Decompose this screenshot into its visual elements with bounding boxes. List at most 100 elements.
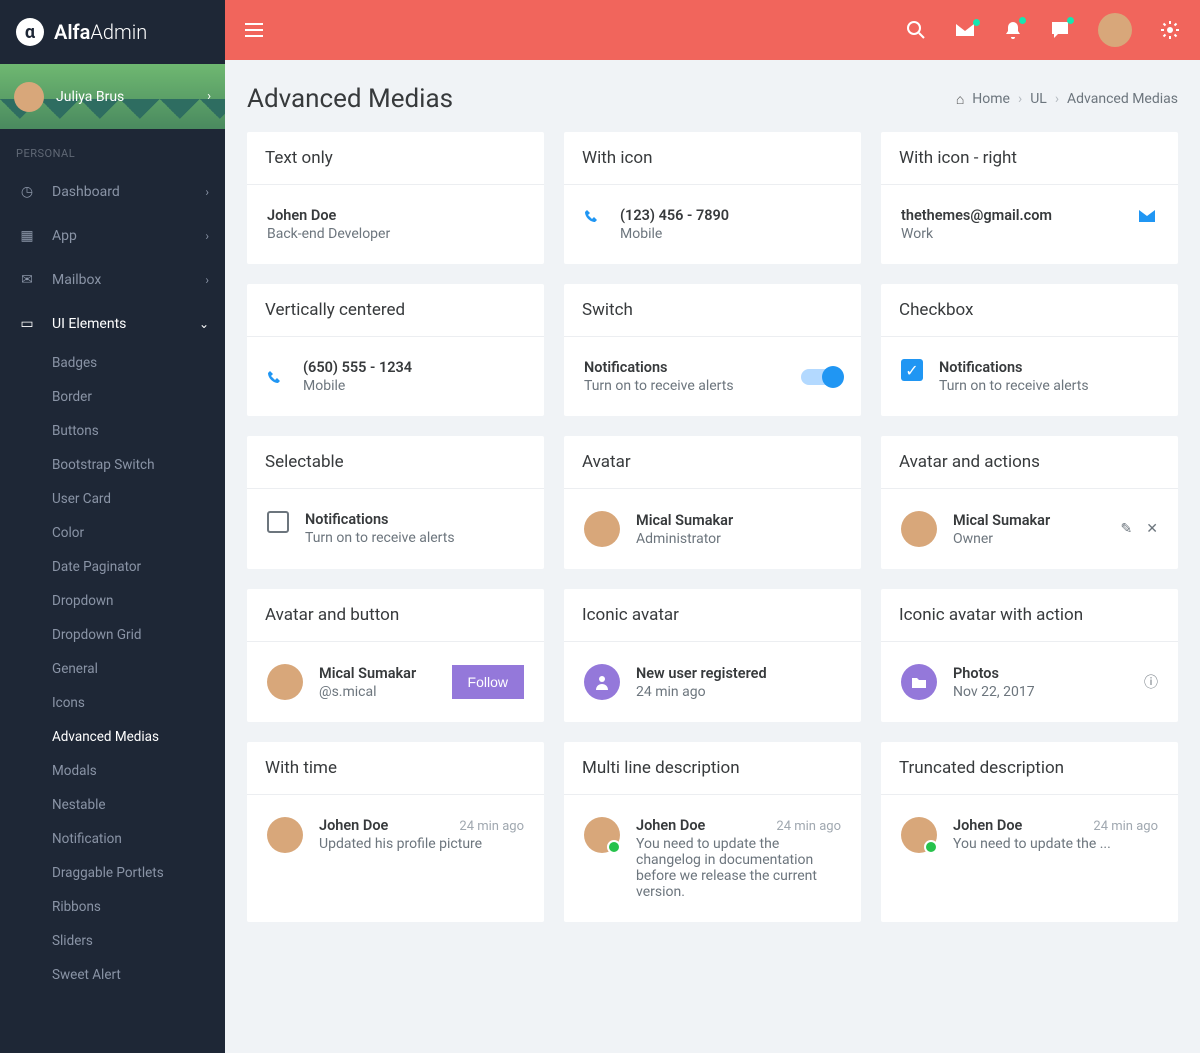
sub-general[interactable]: General	[0, 652, 225, 686]
topbar	[225, 0, 1200, 60]
sub-modals[interactable]: Modals	[0, 754, 225, 788]
chat-icon[interactable]	[1050, 20, 1070, 40]
sub-advanced-medias[interactable]: Advanced Medias	[0, 720, 225, 754]
card-title: Iconic avatar with action	[881, 589, 1178, 642]
card-iconic-avatar-action: Iconic avatar with action Photos Nov 22,…	[881, 589, 1178, 722]
checkbox-label: Notifications	[939, 359, 1158, 376]
sub-dropdown[interactable]: Dropdown	[0, 584, 225, 618]
mail-icon[interactable]	[954, 22, 976, 38]
main: Advanced Medias ⌂ Home › UL › Advanced M…	[225, 0, 1200, 1053]
edit-icon[interactable]: ✎	[1121, 521, 1133, 537]
close-icon[interactable]: ✕	[1146, 521, 1158, 537]
breadcrumb-mid[interactable]: UL	[1030, 91, 1047, 107]
cards-grid: Text only Johen Doe Back-end Developer W…	[225, 132, 1200, 944]
sub-border[interactable]: Border	[0, 380, 225, 414]
user-icon	[584, 664, 620, 700]
card-title: Truncated description	[881, 742, 1178, 795]
card-title: With time	[247, 742, 544, 795]
switch-label: Notifications	[584, 359, 785, 376]
card-title: Vertically centered	[247, 284, 544, 337]
logo[interactable]: α AlfaAdmin	[0, 0, 225, 64]
time-label: 24 min ago	[1093, 819, 1158, 834]
logo-text: AlfaAdmin	[54, 20, 147, 44]
user-banner[interactable]: Juliya Brus ›	[0, 64, 225, 129]
sidebar-item-dashboard[interactable]: ◷ Dashboard ›	[0, 170, 225, 214]
sidebar-section-title: PERSONAL	[0, 129, 225, 170]
avatar-handle: @s.mical	[319, 684, 436, 700]
breadcrumb: ⌂ Home › UL › Advanced Medias	[956, 91, 1178, 108]
card-truncated: Truncated description Johen Doe 24 min a…	[881, 742, 1178, 922]
breadcrumb-home[interactable]: Home	[972, 91, 1010, 107]
switch-toggle[interactable]	[801, 369, 841, 385]
gear-icon[interactable]	[1160, 20, 1180, 40]
sub-buttons[interactable]: Buttons	[0, 414, 225, 448]
card-title: With icon - right	[881, 132, 1178, 185]
bell-icon[interactable]	[1004, 20, 1022, 40]
avatar	[901, 511, 937, 547]
switch-desc: Turn on to receive alerts	[584, 378, 785, 394]
card-title: Checkbox	[881, 284, 1178, 337]
avatar	[267, 664, 303, 700]
sub-icons[interactable]: Icons	[0, 686, 225, 720]
card-avatar: Avatar Mical Sumakar Administrator	[564, 436, 861, 569]
phone-type: Mobile	[303, 378, 524, 394]
checkbox[interactable]	[267, 511, 289, 533]
notification-dot	[1067, 17, 1074, 24]
page-header: Advanced Medias ⌂ Home › UL › Advanced M…	[225, 60, 1200, 132]
sub-draggable-portlets[interactable]: Draggable Portlets	[0, 856, 225, 890]
time-label: 24 min ago	[459, 819, 524, 834]
card-title: Avatar and button	[247, 589, 544, 642]
sub-nestable[interactable]: Nestable	[0, 788, 225, 822]
sub-sweet-alert[interactable]: Sweet Alert	[0, 958, 225, 992]
sub-ribbons[interactable]: Ribbons	[0, 890, 225, 924]
follow-button[interactable]: Follow	[452, 665, 524, 699]
card-title: Selectable	[247, 436, 544, 489]
card-multiline: Multi line description Johen Doe 24 min …	[564, 742, 861, 922]
event-desc: You need to update the changelog in docu…	[636, 836, 841, 900]
user-name: Juliya Brus	[56, 89, 124, 105]
card-avatar-button: Avatar and button Mical Sumakar @s.mical…	[247, 589, 544, 722]
card-selectable: Selectable Notifications Turn on to rece…	[247, 436, 544, 569]
grid-icon: ▦	[16, 228, 38, 244]
topbar-avatar[interactable]	[1098, 13, 1132, 47]
avatar	[267, 817, 303, 853]
sub-sliders[interactable]: Sliders	[0, 924, 225, 958]
folder-date: Nov 22, 2017	[953, 684, 1128, 700]
menu-toggle-icon[interactable]	[245, 23, 263, 37]
user-name: Johen Doe	[319, 817, 388, 834]
event-desc: Updated his profile picture	[319, 836, 524, 852]
card-title: Iconic avatar	[564, 589, 861, 642]
card-switch: Switch Notifications Turn on to receive …	[564, 284, 861, 416]
card-with-time: With time Johen Doe 24 min ago Updated h…	[247, 742, 544, 922]
user-avatar	[14, 82, 44, 112]
sub-date-paginator[interactable]: Date Paginator	[0, 550, 225, 584]
mail-icon: ✉	[16, 272, 38, 288]
notification-dot	[1019, 17, 1026, 24]
sub-notification[interactable]: Notification	[0, 822, 225, 856]
chevron-right-icon: ›	[205, 185, 209, 199]
avatar-name: Mical Sumakar	[953, 512, 1105, 529]
sub-badges[interactable]: Badges	[0, 346, 225, 380]
sidebar-item-mailbox[interactable]: ✉ Mailbox ›	[0, 258, 225, 302]
media-name: Johen Doe	[267, 207, 524, 224]
sidebar-item-app[interactable]: ▦ App ›	[0, 214, 225, 258]
mail-icon	[1138, 209, 1158, 223]
sidebar-item-ui-elements[interactable]: ▭ UI Elements ⌄	[0, 302, 225, 346]
sub-bootstrap-switch[interactable]: Bootstrap Switch	[0, 448, 225, 482]
event-desc: You need to update the ...	[953, 836, 1158, 852]
sub-color[interactable]: Color	[0, 516, 225, 550]
card-avatar-actions: Avatar and actions Mical Sumakar Owner ✎…	[881, 436, 1178, 569]
info-icon[interactable]: ⓘ	[1144, 672, 1158, 692]
folder-icon	[901, 664, 937, 700]
logo-icon: α	[16, 18, 44, 46]
search-icon[interactable]	[906, 20, 926, 40]
folder-name: Photos	[953, 665, 1128, 682]
sidebar: α AlfaAdmin Juliya Brus › PERSONAL ◷ Das…	[0, 0, 225, 1053]
sub-user-card[interactable]: User Card	[0, 482, 225, 516]
avatar-role: Owner	[953, 531, 1105, 547]
selectable-desc: Turn on to receive alerts	[305, 530, 524, 546]
sub-dropdown-grid[interactable]: Dropdown Grid	[0, 618, 225, 652]
checkbox[interactable]: ✓	[901, 359, 923, 381]
card-title: Multi line description	[564, 742, 861, 795]
user-name: Johen Doe	[636, 817, 705, 834]
